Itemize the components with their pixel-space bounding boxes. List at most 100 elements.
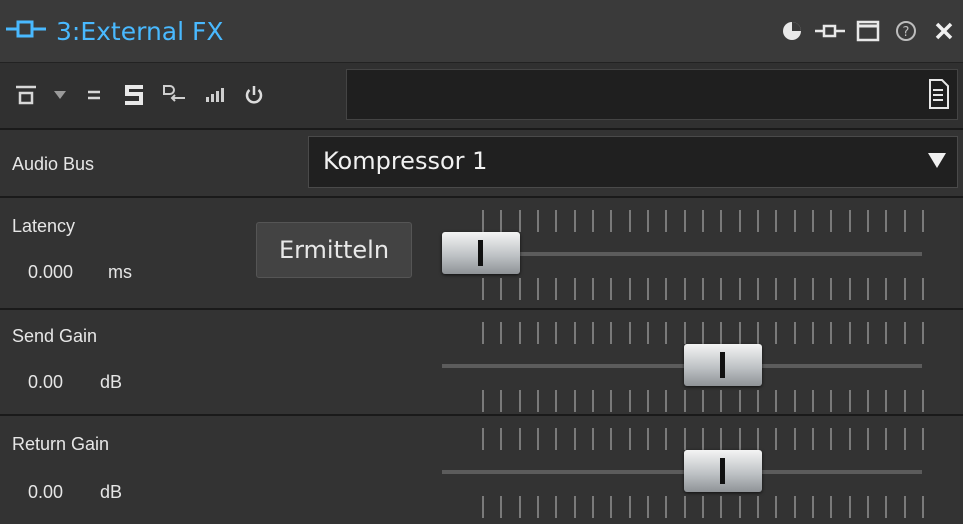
slider-tick [720,496,723,518]
slider-tick [830,428,833,450]
slider-tick [903,390,906,412]
slider-tick [500,496,503,518]
slider-tick [812,390,814,412]
close-icon[interactable] [925,14,963,48]
slider-tick [683,390,686,412]
slider-tick [647,278,649,300]
slider-tick [848,322,851,344]
slider-tick [573,322,576,344]
slider-tick [793,322,796,344]
slider-tick [775,210,778,232]
latency-slider-ticks-bottom [442,278,924,300]
slider-tick [665,322,668,344]
title-left: 3:External FX [6,14,224,48]
slider-tick [592,496,594,518]
meter-icon[interactable] [194,77,234,113]
send-gain-slider-handle[interactable] [683,344,762,386]
slider-tick [628,278,631,300]
slider-tick [702,278,704,300]
latency-unit: ms [108,262,132,282]
slider-tick [867,428,869,450]
pin-icon[interactable] [811,14,849,48]
slider-tick [610,210,613,232]
slider-tick [775,390,778,412]
slider-tick [647,322,649,344]
slider-tick [720,322,723,344]
slider-tick [573,496,576,518]
slider-tick [610,428,613,450]
latency-slider-handle[interactable] [442,232,520,274]
slider-tick [867,210,869,232]
slider-tick [555,322,558,344]
slider-tick [757,278,759,300]
slider-tick [812,210,814,232]
slider-tick [647,210,649,232]
slider-tick [500,428,503,450]
slider-tick [738,496,741,518]
slider-tick [628,210,631,232]
pie-icon[interactable] [773,14,811,48]
slider-tick [482,496,484,518]
latency-slider-ticks-top [442,210,924,232]
slider-tick [592,278,594,300]
slider-tick [647,496,649,518]
slider-tick [555,210,558,232]
slider-tick [885,496,888,518]
slider-tick [720,390,723,412]
audio-bus-select[interactable]: Kompressor 1 [308,136,958,188]
slider-tick [885,278,888,300]
slider-tick [738,210,741,232]
slider-tick [683,496,686,518]
slider-tick [702,210,704,232]
slider-tick [793,278,796,300]
slider-tick [647,428,649,450]
slider-tick [903,496,906,518]
slider-tick [592,322,594,344]
maximize-icon[interactable] [849,14,887,48]
slider-tick [702,322,704,344]
slider-tick [683,278,686,300]
slider-tick [738,278,741,300]
slider-tick [573,210,576,232]
slider-tick [867,322,869,344]
solo-icon[interactable] [114,77,154,113]
slider-tick [848,428,851,450]
parallel-icon[interactable] [74,77,114,113]
slider-tick [830,322,833,344]
latency-label: Latency [12,216,76,236]
slider-tick [793,390,796,412]
ermitteln-button[interactable]: Ermitteln [256,222,412,278]
slider-tick [683,428,686,450]
slider-tick [738,322,741,344]
slider-tick [775,278,778,300]
power-icon[interactable] [234,77,274,113]
document-icon[interactable] [927,78,951,114]
audio-bus-label: Audio Bus [12,154,95,174]
return-gain-label: Return Gain [12,434,110,454]
plugin-name-field[interactable] [346,69,958,120]
latency-slider[interactable] [442,206,924,302]
slider-tick [537,278,539,300]
slider-tick [885,428,888,450]
routing-icon[interactable] [154,77,194,113]
return-gain-slider-handle[interactable] [683,450,762,492]
slider-tick [683,322,686,344]
return-gain-slider[interactable] [442,424,924,520]
slider-tick [647,390,649,412]
slider-tick [848,390,851,412]
slider-tick [537,496,539,518]
slider-tick [628,428,631,450]
bypass-icon[interactable] [6,77,46,113]
slider-tick [793,428,796,450]
slider-tick [518,210,521,232]
slider-tick [702,428,704,450]
help-icon[interactable]: ? [887,14,925,48]
slider-tick [812,496,814,518]
slider-tick [848,210,851,232]
send-gain-slider[interactable] [442,318,924,414]
slider-tick [885,210,888,232]
send-gain-label: Send Gain [12,326,98,346]
slider-tick [775,496,778,518]
slider-tick [573,428,576,450]
dropdown-arrow-icon[interactable] [46,77,74,113]
